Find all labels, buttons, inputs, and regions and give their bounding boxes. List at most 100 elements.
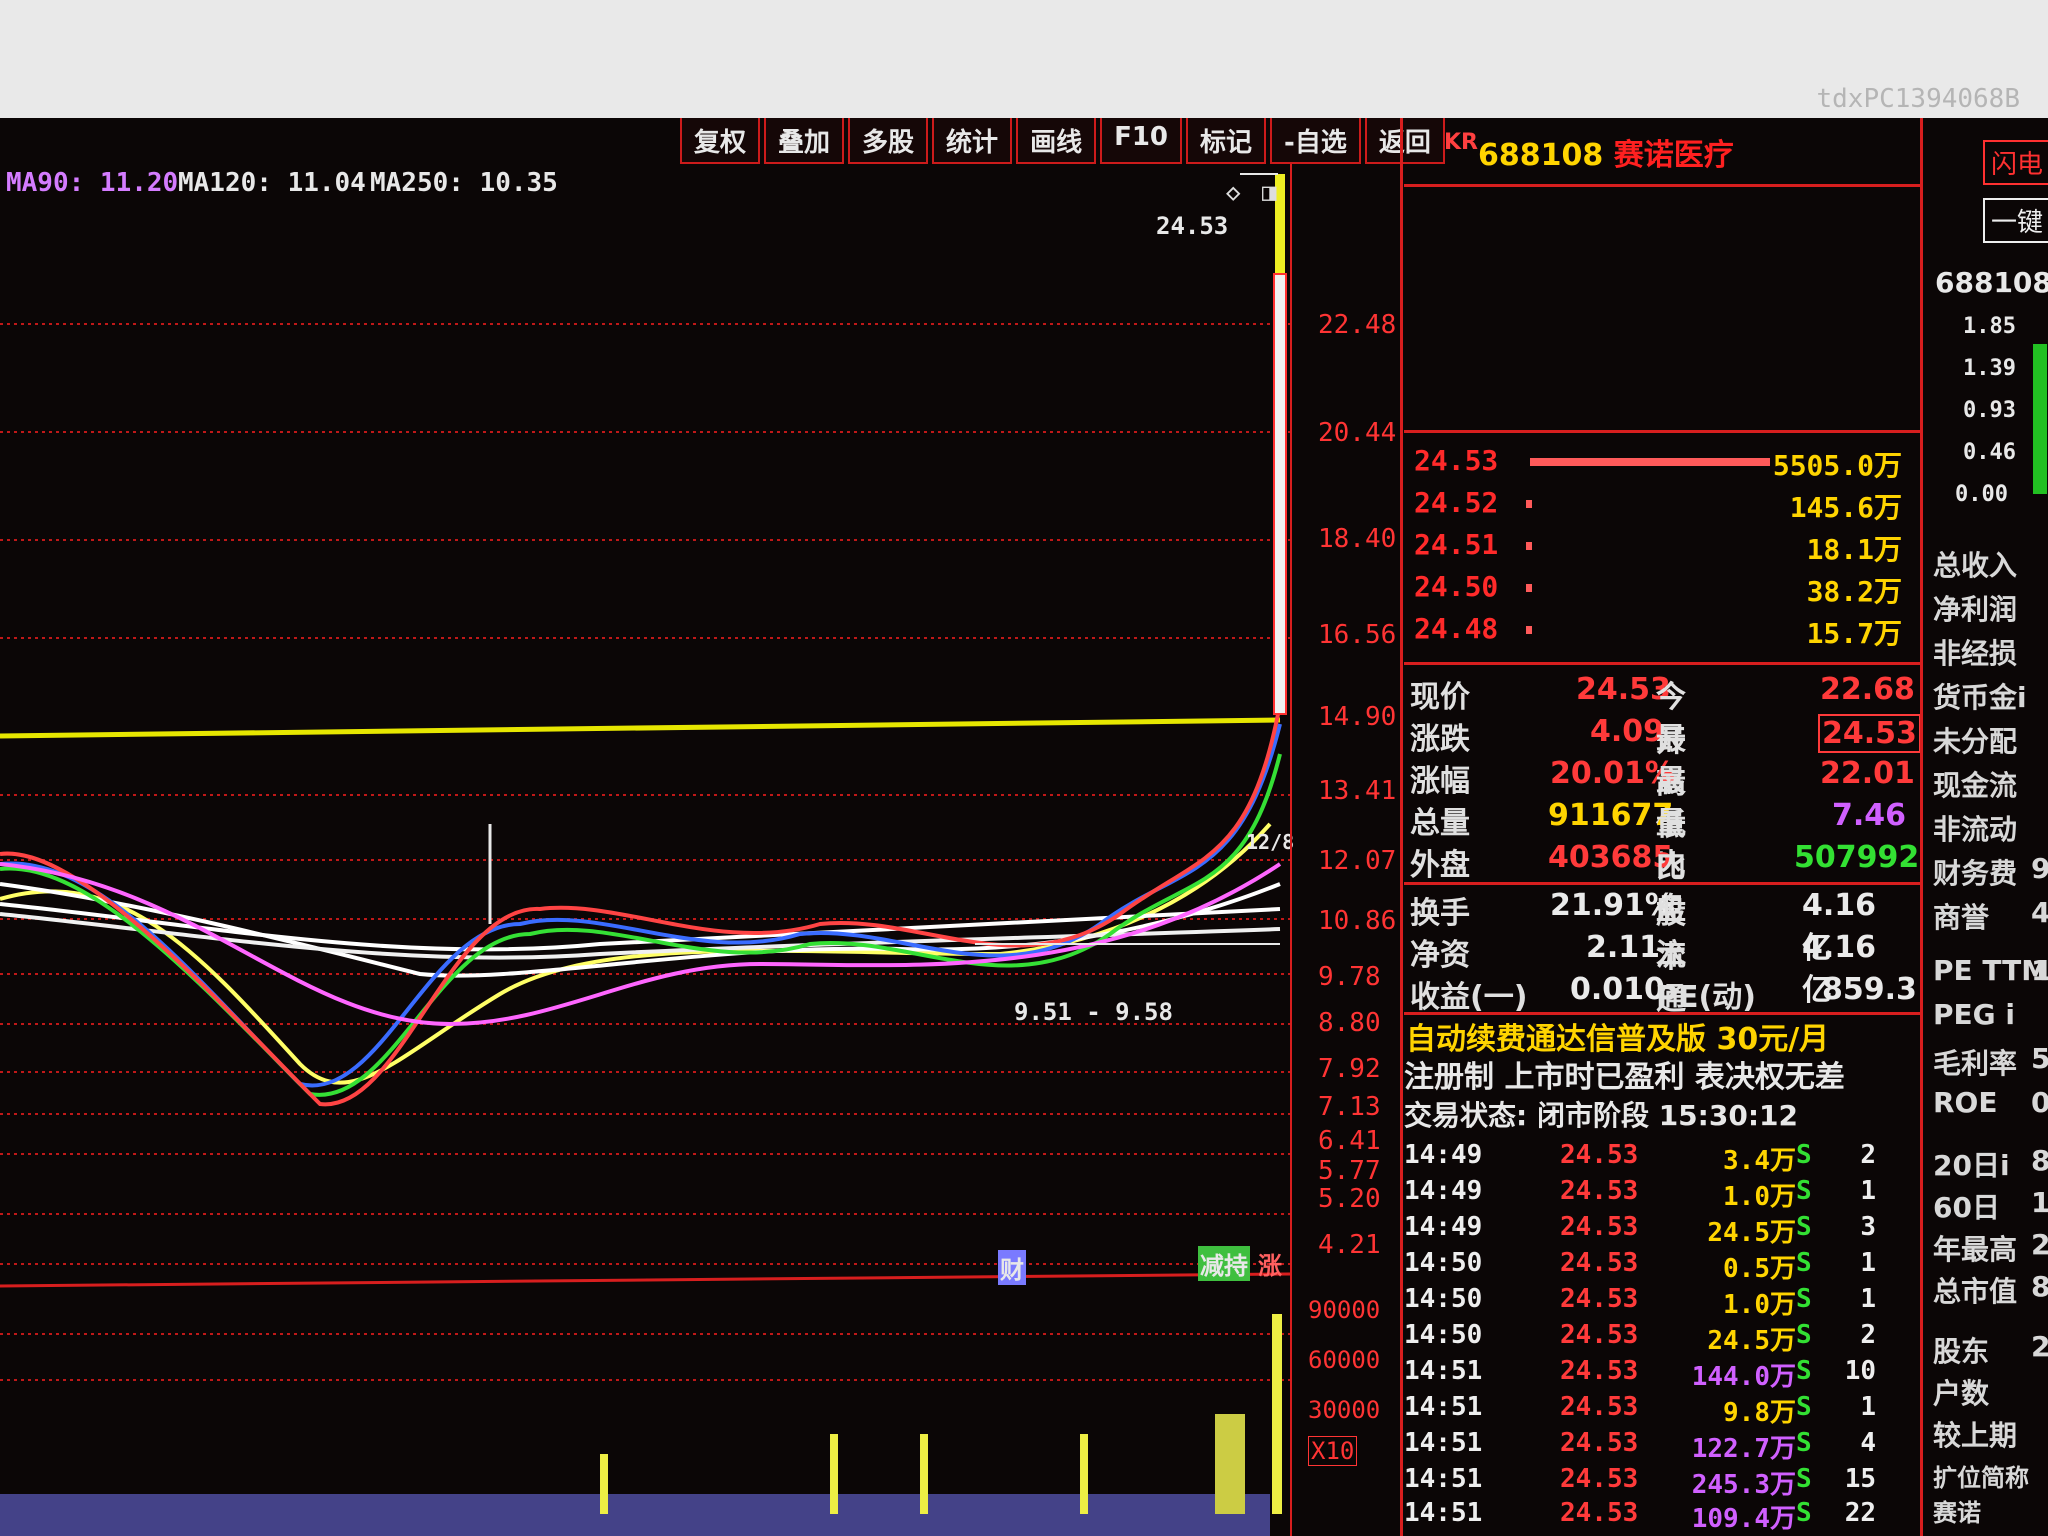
price-tick: 4.21 bbox=[1318, 1230, 1381, 1260]
trade-row: 14:50 24.53 24.5万 S 2 bbox=[1404, 1320, 1876, 1356]
flash-button[interactable]: 闪电 bbox=[1983, 140, 2048, 185]
quote-row: 外盘 403685 内盘 507992 bbox=[1410, 840, 1920, 927]
mid-label: 12/8 bbox=[1246, 830, 1295, 854]
volume-tick: 30000 bbox=[1308, 1396, 1381, 1424]
draw-line-button[interactable]: 画线 bbox=[1016, 118, 1097, 164]
quote-row: 涨跌 4.09 最高 24.53 bbox=[1410, 714, 1921, 801]
price-tick: 7.92 bbox=[1318, 1054, 1381, 1084]
mini-tick: 1.85 bbox=[1963, 314, 2016, 339]
title-bar: tdxPC1394068B bbox=[0, 0, 2048, 118]
mini-tick: 0.00 bbox=[1955, 482, 2008, 507]
finance-marker[interactable]: 财 bbox=[998, 1250, 1026, 1285]
price-tick: 10.86 bbox=[1318, 906, 1397, 936]
fin-item: 60日111 bbox=[1933, 1186, 2048, 1224]
stock-name[interactable]: 赛诺医疗 bbox=[1614, 138, 1734, 173]
fin-item: 现金流 bbox=[1933, 769, 2018, 802]
ask-row: 24.53 5505.0万 bbox=[1414, 444, 1902, 482]
fin-item: 非经损 bbox=[1933, 637, 2018, 670]
trade-row: 14:49 24.53 24.5万 S 3 bbox=[1404, 1212, 1876, 1248]
quote-row: 涨幅 20.01% 最低 22.01 bbox=[1410, 756, 1915, 843]
price-tick: 5.77 bbox=[1318, 1156, 1381, 1186]
finance-sidebar: 闪电 一键 688108 1.85 1.39 0.93 0.46 0.00 总收… bbox=[1920, 118, 2048, 1536]
chart-toolbar: 复权 叠加 多股 统计 画线 F10 标记 -自选 返回 bbox=[680, 118, 1449, 164]
mini-tick: 0.46 bbox=[1963, 440, 2016, 465]
fin-item: 未分配 bbox=[1933, 725, 2018, 758]
volume-tick: 90000 bbox=[1308, 1296, 1381, 1324]
trade-row: 14:50 24.53 1.0万 S 1 bbox=[1404, 1284, 1876, 1320]
fin-item: 户数 bbox=[1933, 1377, 1990, 1410]
trading-status: 交易状态: 闭市阶段 15:30:12 bbox=[1404, 1099, 1798, 1132]
price-tick: 22.48 bbox=[1318, 310, 1397, 340]
trade-row: 14:51 24.53 9.8万 S 1 bbox=[1404, 1392, 1876, 1428]
volume-unit-label: X10 bbox=[1308, 1436, 1358, 1466]
fin-item: 财务费95 bbox=[1933, 852, 2048, 890]
fin-item: 毛利率 5 bbox=[1933, 1042, 2048, 1080]
trade-row: 14:50 24.53 0.5万 S 1 bbox=[1404, 1248, 1876, 1284]
fin-item: 扩位简称 赛诺 bbox=[1933, 1464, 2029, 1527]
price-tick: 5.20 bbox=[1318, 1184, 1381, 1214]
panel-toggle-icon[interactable]: ◨ bbox=[1262, 178, 1276, 206]
depth-bar bbox=[1526, 500, 1532, 508]
stock-prefix: KR bbox=[1444, 130, 1478, 155]
overlay-button[interactable]: 叠加 bbox=[764, 118, 845, 164]
fin-item: 货币金i bbox=[1933, 681, 2027, 714]
statistics-button[interactable]: 统计 bbox=[932, 118, 1013, 164]
fin-item: 总收入 bbox=[1933, 549, 2018, 582]
depth-bar bbox=[1526, 626, 1532, 634]
fin-item: 总市值85.0 bbox=[1933, 1270, 2048, 1308]
stock-header: KR688108 赛诺医疗 bbox=[1444, 130, 1734, 174]
watchlist-button[interactable]: -自选 bbox=[1270, 118, 1361, 164]
fin-item: ROE0. bbox=[1933, 1086, 2048, 1119]
ask-row: 24.52 145.6万 bbox=[1414, 486, 1902, 524]
fin-item: 20日i88 bbox=[1933, 1144, 2048, 1182]
depth-bar bbox=[1526, 584, 1532, 592]
fin-item: 较上期 bbox=[1933, 1419, 2018, 1452]
price-tick: 6.41 bbox=[1318, 1126, 1381, 1156]
mark-button[interactable]: 标记 bbox=[1186, 118, 1267, 164]
fin-item: PEG i bbox=[1933, 998, 2015, 1031]
price-tick: 16.56 bbox=[1318, 620, 1397, 650]
depth-bar bbox=[1530, 458, 1770, 466]
mini-tick: 0.93 bbox=[1963, 398, 2016, 423]
volume-tick: 60000 bbox=[1308, 1346, 1381, 1374]
multi-stock-button[interactable]: 多股 bbox=[848, 118, 929, 164]
price-tick: 14.90 bbox=[1318, 702, 1397, 732]
depth-bar bbox=[1526, 542, 1532, 550]
ask-row: 24.50 38.2万 bbox=[1414, 570, 1902, 608]
price-tick: 13.41 bbox=[1318, 776, 1397, 806]
volume-bars bbox=[0, 1314, 1282, 1536]
fin-item: 商誉46 bbox=[1933, 896, 2048, 934]
ask-row: 24.51 18.1万 bbox=[1414, 528, 1902, 566]
price-tick: 9.78 bbox=[1318, 962, 1381, 992]
mini-bar bbox=[2033, 344, 2047, 494]
fund-row: 换手 21.91% 股本 4.16亿 bbox=[1410, 888, 1877, 975]
fin-item: 非流动 bbox=[1933, 813, 2018, 846]
price-gridlines bbox=[0, 323, 1290, 1381]
high-price-label: 24.53 bbox=[1156, 212, 1229, 240]
stock-code: 688108 bbox=[1478, 138, 1604, 173]
trade-row: 14:49 24.53 1.0万 S 1 bbox=[1404, 1176, 1876, 1212]
ad-info: 注册制 上市时已盈利 表决权无差 bbox=[1404, 1060, 1845, 1095]
diamond-icon[interactable]: ◇ bbox=[1226, 178, 1240, 206]
support-line bbox=[0, 717, 1281, 739]
price-tick: 12.07 bbox=[1318, 846, 1397, 876]
chart-divider bbox=[0, 1272, 1291, 1288]
candlestick-chart[interactable] bbox=[0, 164, 1300, 1536]
fund-row: 收益(一) 0.010 PE(动) 859.3 bbox=[1410, 972, 1917, 1015]
ask-row: 24.48 15.7万 bbox=[1414, 612, 1902, 650]
trade-row: 14:51 24.53 144.0万 S 10 bbox=[1404, 1356, 1876, 1392]
range-label: 9.51 - 9.58 bbox=[1014, 998, 1173, 1026]
f10-button[interactable]: F10 bbox=[1100, 118, 1183, 164]
one-click-button[interactable]: 一键 bbox=[1983, 198, 2048, 243]
trade-row: 14:51 24.53 245.3万 S 15 bbox=[1404, 1464, 1876, 1500]
quote-row: 现价 24.53 今开 22.68 bbox=[1410, 672, 1915, 759]
reduce-holding-marker[interactable]: 减持 bbox=[1198, 1246, 1250, 1281]
price-tick: 8.80 bbox=[1318, 1008, 1381, 1038]
quote-row: 总量 911677 量比 7.46 bbox=[1410, 798, 1907, 885]
mini-tick: 1.39 bbox=[1963, 356, 2016, 381]
fuquan-button[interactable]: 复权 bbox=[680, 118, 761, 164]
price-tick: 18.40 bbox=[1318, 524, 1397, 554]
rise-marker[interactable]: 涨 bbox=[1258, 1246, 1282, 1281]
price-tick: 20.44 bbox=[1318, 418, 1397, 448]
sidebar-stock-code: 688108 bbox=[1935, 266, 2048, 299]
